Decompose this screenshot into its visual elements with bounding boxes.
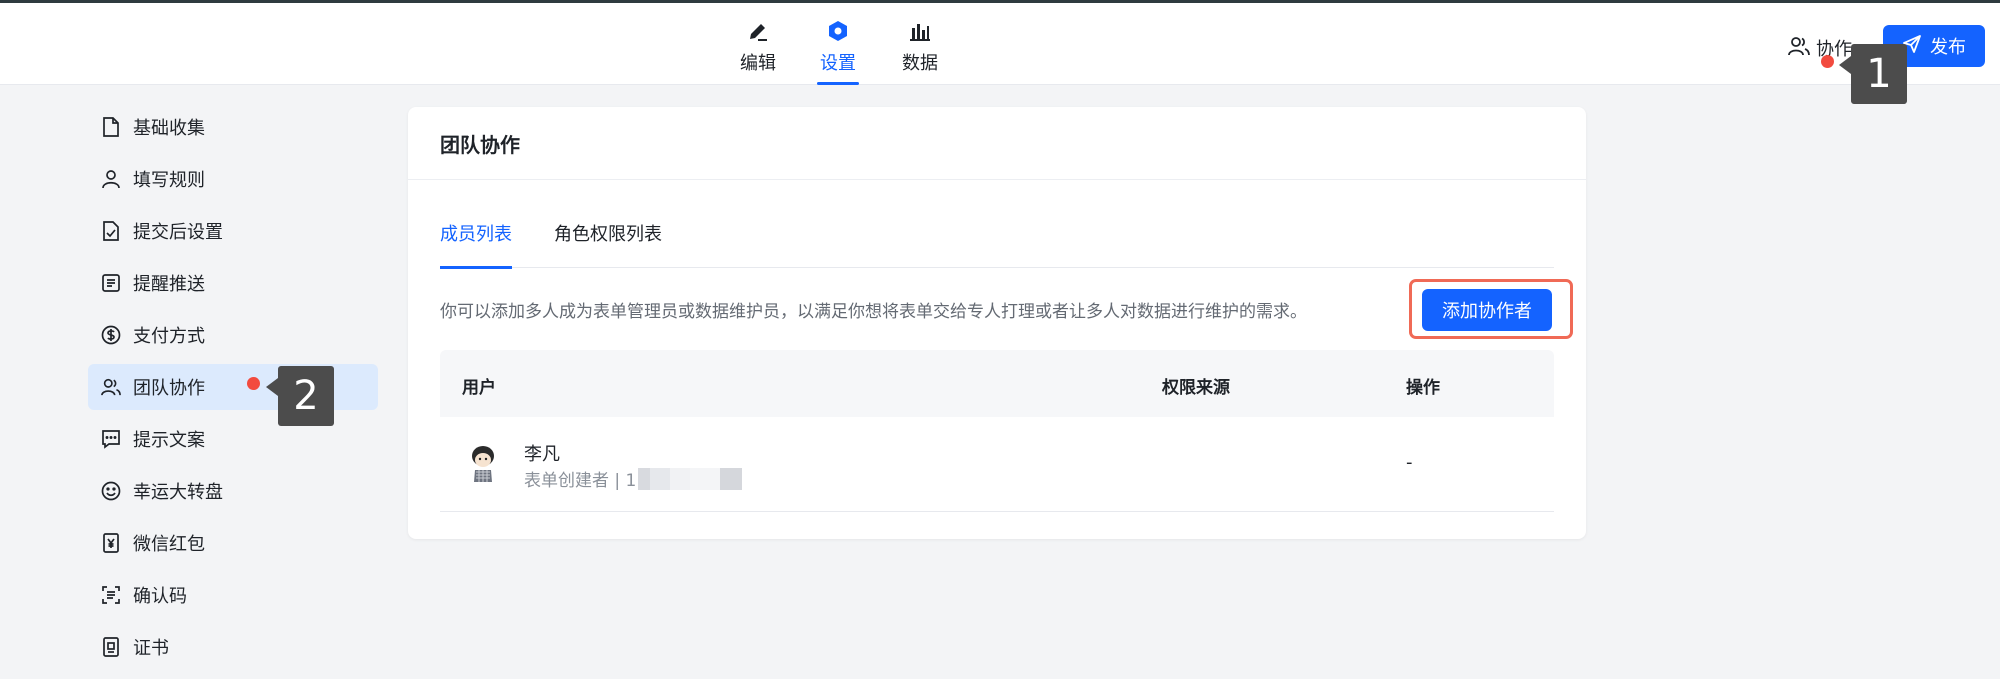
smile-icon	[100, 480, 122, 502]
user-icon	[100, 168, 122, 190]
dollar-circle-icon	[100, 324, 122, 346]
sidebar-item-label: 支付方式	[133, 326, 205, 347]
sidebar-item-lucky-wheel[interactable]: 幸运大转盘	[88, 468, 378, 514]
tab-edit[interactable]: 编辑	[728, 19, 788, 85]
certificate-icon	[100, 636, 122, 658]
tab-data-label: 数据	[902, 53, 938, 74]
users-icon	[1788, 35, 1810, 62]
sidebar-item-fill-rules[interactable]: 填写规则	[88, 156, 378, 202]
column-header-actions: 操作	[1406, 378, 1440, 398]
member-action[interactable]: -	[1406, 452, 1413, 473]
tab-member-list[interactable]: 成员列表	[440, 220, 512, 269]
settings-sidebar: 基础收集 填写规则 提交后设置 提醒推送 支付方式 团队协作 提示文案 幸运大转…	[88, 104, 378, 676]
tab-settings[interactable]: 设置	[808, 19, 868, 85]
column-header-user: 用户	[462, 378, 496, 398]
document-icon	[100, 116, 122, 138]
annotation-badge-1: 1	[1839, 44, 1907, 104]
member-subtitle: 表单创建者 | 1	[524, 466, 743, 491]
annotation-dot-2	[247, 377, 260, 390]
sidebar-item-tip-text[interactable]: 提示文案	[88, 416, 378, 462]
sidebar-item-basic-collection[interactable]: 基础收集	[88, 104, 378, 150]
hexagon-settings-icon	[826, 19, 850, 43]
tab-settings-label: 设置	[820, 53, 856, 74]
sidebar-item-label: 团队协作	[133, 378, 205, 399]
pencil-icon	[746, 19, 770, 43]
sidebar-item-after-submit[interactable]: 提交后设置	[88, 208, 378, 254]
bar-chart-icon	[908, 19, 932, 43]
sidebar-item-label: 证书	[133, 638, 169, 659]
publish-label: 发布	[1930, 37, 1966, 58]
sidebar-item-label: 提交后设置	[133, 222, 223, 243]
sidebar-item-label: 基础收集	[133, 118, 205, 139]
avatar	[462, 442, 504, 484]
sidebar-item-payment[interactable]: 支付方式	[88, 312, 378, 358]
yen-envelope-icon	[100, 532, 122, 554]
table-header: 用户 权限来源 操作	[440, 350, 1554, 417]
active-tab-indicator	[817, 82, 859, 85]
member-role-phone: 表单创建者 | 1	[524, 471, 637, 491]
sidebar-item-team-collaboration[interactable]: 团队协作	[88, 364, 378, 410]
scan-code-icon	[100, 584, 122, 606]
tab-data[interactable]: 数据	[890, 19, 950, 85]
users-icon	[100, 376, 122, 398]
sidebar-item-wechat-red-packet[interactable]: 微信红包	[88, 520, 378, 566]
team-collaboration-card: 团队协作 成员列表 角色权限列表 你可以添加多人成为表单管理员或数据维护员，以满…	[408, 107, 1586, 539]
message-lines-icon	[100, 272, 122, 294]
tab-edit-label: 编辑	[740, 53, 776, 74]
redacted-phone	[638, 467, 743, 490]
sidebar-item-label: 提醒推送	[133, 274, 205, 295]
member-table: 用户 权限来源 操作 李凡 表单创建者 | 1 -	[440, 350, 1554, 512]
sidebar-item-label: 幸运大转盘	[133, 482, 223, 503]
sidebar-item-label: 提示文案	[133, 430, 205, 451]
top-bar: 编辑 设置 数据 协作 发布	[0, 3, 2000, 85]
sidebar-item-label: 填写规则	[133, 170, 205, 191]
collaboration-description: 你可以添加多人成为表单管理员或数据维护员，以满足你想将表单交给专人打理或者让多人…	[440, 302, 1307, 322]
sidebar-item-label: 微信红包	[133, 534, 205, 555]
column-header-permission-source: 权限来源	[1162, 378, 1230, 398]
add-collaborator-button[interactable]: 添加协作者	[1422, 289, 1552, 331]
table-row: 李凡 表单创建者 | 1 -	[440, 417, 1554, 512]
sidebar-item-label: 确认码	[133, 586, 187, 607]
file-check-icon	[100, 220, 122, 242]
card-title: 团队协作	[408, 107, 1586, 180]
sidebar-item-reminder-push[interactable]: 提醒推送	[88, 260, 378, 306]
member-name: 李凡	[524, 444, 560, 465]
member-tabs: 成员列表 角色权限列表	[440, 220, 1554, 269]
sidebar-item-certificate[interactable]: 证书	[88, 624, 378, 670]
annotation-badge-2: 2	[266, 366, 334, 426]
tab-role-permission-list[interactable]: 角色权限列表	[554, 220, 662, 268]
chat-dots-icon	[100, 428, 122, 450]
annotation-dot-1	[1821, 55, 1834, 68]
sidebar-item-confirm-code[interactable]: 确认码	[88, 572, 378, 618]
